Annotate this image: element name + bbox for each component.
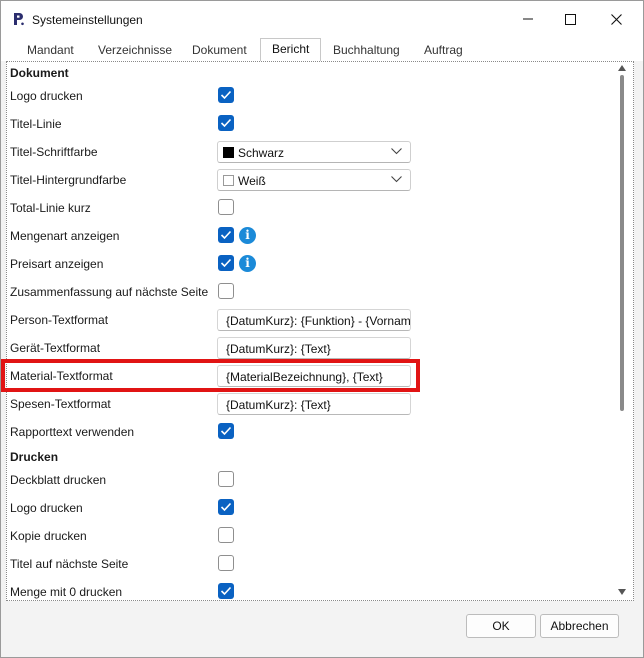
- minimize-button[interactable]: [505, 1, 551, 37]
- settings-panel: Dokument Logo drucken Titel-Linie Titel-…: [6, 61, 634, 601]
- setting-row-logo-drucken: Logo drucken: [7, 82, 619, 110]
- minimize-icon: [523, 18, 533, 20]
- scrollbar-thumb[interactable]: [620, 75, 624, 411]
- setting-row-mengenart-anzeigen: Mengenart anzeigen i: [7, 222, 619, 250]
- tab-auftrag[interactable]: Auftrag: [422, 40, 465, 60]
- checkmark-icon: [220, 90, 232, 100]
- setting-label: Logo drucken: [10, 89, 83, 103]
- setting-label: Logo drucken: [10, 501, 83, 515]
- chevron-down-icon: [391, 176, 402, 183]
- tab-bericht[interactable]: Bericht: [260, 38, 322, 61]
- tab-buchhaltung[interactable]: Buchhaltung: [331, 40, 402, 60]
- setting-label: Titel-Schriftfarbe: [10, 145, 98, 159]
- setting-label: Titel-Hintergrundfarbe: [10, 173, 127, 187]
- setting-row-menge-mit-0: Menge mit 0 drucken: [7, 578, 619, 600]
- color-swatch: [223, 175, 234, 186]
- total-linie-kurz-checkbox[interactable]: [218, 199, 234, 215]
- maximize-button[interactable]: [547, 1, 593, 37]
- input-value: {DatumKurz}: {Text}: [226, 398, 331, 412]
- kopie-drucken-checkbox[interactable]: [218, 527, 234, 543]
- settings-window: Systemeinstellungen Mandant Verzeichniss…: [0, 0, 644, 658]
- color-swatch: [223, 147, 234, 158]
- person-textformat-input[interactable]: {DatumKurz}: {Funktion} - {Vornam: [217, 309, 411, 331]
- info-icon[interactable]: i: [239, 255, 256, 272]
- setting-row-titel-linie: Titel-Linie: [7, 110, 619, 138]
- setting-label: Gerät-Textformat: [10, 341, 101, 355]
- setting-row-kopie-drucken: Kopie drucken: [7, 522, 619, 550]
- checkmark-icon: [220, 426, 232, 436]
- setting-label: Total-Linie kurz: [10, 201, 91, 215]
- preisart-anzeigen-checkbox[interactable]: [218, 255, 234, 271]
- setting-label: Preisart anzeigen: [10, 257, 104, 271]
- maximize-icon: [564, 13, 576, 25]
- input-value: {DatumKurz}: {Funktion} - {Vornam: [226, 314, 411, 328]
- setting-row-total-linie-kurz: Total-Linie kurz: [7, 194, 619, 222]
- section-dokument: Dokument: [10, 66, 69, 80]
- dropdown-value: Weiß: [238, 174, 266, 188]
- setting-label: Titel auf nächste Seite: [10, 557, 129, 571]
- setting-label: Zusammenfassung auf nächste Seite: [10, 285, 209, 299]
- rapporttext-verwenden-checkbox[interactable]: [218, 423, 234, 439]
- setting-label: Titel-Linie: [10, 117, 62, 131]
- titel-linie-checkbox[interactable]: [218, 115, 234, 131]
- tab-bar: Mandant Verzeichnisse Dokument Bericht B…: [1, 37, 643, 61]
- vertical-scrollbar[interactable]: [615, 63, 629, 599]
- deckblatt-drucken-checkbox[interactable]: [218, 471, 234, 487]
- setting-row-rapporttext-verwenden: Rapporttext verwenden: [7, 418, 619, 446]
- zusammenfassung-checkbox[interactable]: [218, 283, 234, 299]
- close-icon: [610, 13, 622, 25]
- titel-hintergrundfarbe-dropdown[interactable]: Weiß: [217, 169, 411, 191]
- geraet-textformat-input[interactable]: {DatumKurz}: {Text}: [217, 337, 411, 359]
- setting-label: Menge mit 0 drucken: [10, 585, 123, 599]
- setting-label: Rapporttext verwenden: [10, 425, 135, 439]
- setting-row-person-textformat: Person-Textformat {DatumKurz}: {Funktion…: [7, 306, 619, 334]
- setting-row-titel-naechste-seite: Titel auf nächste Seite: [7, 550, 619, 578]
- setting-row-zusammenfassung: Zusammenfassung auf nächste Seite: [7, 278, 619, 306]
- input-value: {DatumKurz}: {Text}: [226, 342, 331, 356]
- section-drucken: Drucken: [10, 450, 59, 464]
- setting-row-preisart-anzeigen: Preisart anzeigen i: [7, 250, 619, 278]
- mengenart-anzeigen-checkbox[interactable]: [218, 227, 234, 243]
- checkmark-icon: [220, 258, 232, 268]
- app-logo-icon: [14, 13, 24, 26]
- setting-row-spesen-textformat: Spesen-Textformat {DatumKurz}: {Text}: [7, 390, 619, 418]
- titel-naechste-seite-checkbox[interactable]: [218, 555, 234, 571]
- setting-label: Kopie drucken: [10, 529, 87, 543]
- checkmark-icon: [220, 502, 232, 512]
- tab-dokument[interactable]: Dokument: [190, 40, 249, 60]
- setting-label: Person-Textformat: [10, 313, 109, 327]
- setting-row-deckblatt-drucken: Deckblatt drucken: [7, 466, 619, 494]
- ok-button[interactable]: OK: [466, 614, 536, 638]
- checkmark-icon: [220, 118, 232, 128]
- dropdown-value: Schwarz: [238, 146, 285, 160]
- setting-label: Spesen-Textformat: [10, 397, 111, 411]
- menge-mit-0-checkbox[interactable]: [218, 583, 234, 599]
- spesen-textformat-input[interactable]: {DatumKurz}: {Text}: [217, 393, 411, 415]
- info-icon[interactable]: i: [239, 227, 256, 244]
- tab-mandant[interactable]: Mandant: [25, 40, 76, 60]
- scroll-up-icon[interactable]: [618, 65, 626, 71]
- logo-drucken-checkbox[interactable]: [218, 87, 234, 103]
- cancel-button[interactable]: Abbrechen: [540, 614, 619, 638]
- setting-label: Deckblatt drucken: [10, 473, 107, 487]
- checkmark-icon: [220, 586, 232, 596]
- setting-row-logo-drucken-2: Logo drucken: [7, 494, 619, 522]
- window-title: Systemeinstellungen: [32, 13, 143, 27]
- chevron-down-icon: [391, 148, 402, 155]
- setting-row-titel-hintergrundfarbe: Titel-Hintergrundfarbe Weiß: [7, 166, 619, 194]
- setting-label: Mengenart anzeigen: [10, 229, 120, 243]
- highlight-annotation-box: [1, 359, 420, 392]
- logo-drucken-2-checkbox[interactable]: [218, 499, 234, 515]
- titel-schriftfarbe-dropdown[interactable]: Schwarz: [217, 141, 411, 163]
- close-button[interactable]: [593, 1, 639, 37]
- setting-row-titel-schriftfarbe: Titel-Schriftfarbe Schwarz: [7, 138, 619, 166]
- title-bar[interactable]: Systemeinstellungen: [1, 1, 643, 37]
- tab-verzeichnisse[interactable]: Verzeichnisse: [96, 40, 174, 60]
- setting-row-geraet-textformat: Gerät-Textformat {DatumKurz}: {Text}: [7, 334, 619, 362]
- checkmark-icon: [220, 230, 232, 240]
- scroll-down-icon[interactable]: [618, 589, 626, 595]
